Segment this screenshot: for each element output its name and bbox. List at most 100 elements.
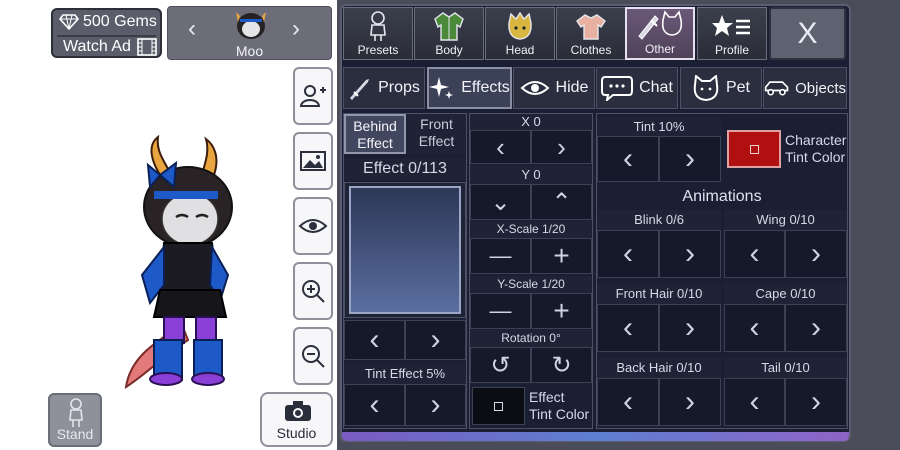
plus-icon: + [553,240,570,271]
chevron-right-icon: › [685,237,695,270]
sparkles-icon [429,77,454,99]
studio-button[interactable]: Studio [260,392,333,447]
y-position-increase[interactable]: ⌃ [531,184,592,220]
x-position-increase[interactable]: › [531,130,592,164]
tab-body[interactable]: Body [414,7,484,60]
next-effect-button[interactable]: › [405,320,466,360]
eye-icon [298,219,328,233]
rotate-right-icon: ↻ [551,351,572,379]
visibility-button[interactable] [293,197,333,255]
prev-character-button[interactable]: ‹ [188,17,196,41]
chevron-right-icon: › [811,311,821,344]
chevron-right-icon: › [685,385,695,418]
next-character-button[interactable]: › [292,17,300,41]
watch-ad-button[interactable]: Watch Ad [63,38,157,56]
tint-effect-increase[interactable]: › [405,384,466,426]
subtab-effects[interactable]: Effects [427,67,512,109]
chevron-left-icon: ‹ [749,311,760,344]
tail-increase[interactable]: › [785,378,847,426]
background-button[interactable] [293,132,333,190]
tab-clothes-label: Clothes [570,43,612,57]
wing-increase[interactable]: › [785,230,847,278]
behind-effect-label-1: Behind [353,118,397,134]
gems-display: 500 Gems [59,13,157,31]
preset-person-icon [370,11,386,41]
back-hair-increase[interactable]: › [659,378,721,426]
x-position-decrease[interactable]: ‹ [470,130,531,164]
tint-effect-label: Tint Effect 5% [344,364,466,384]
swatch-square-icon [749,144,759,154]
chevron-left-icon: ‹ [496,131,505,162]
front-hair-decrease[interactable]: ‹ [597,304,659,352]
zoom-in-button[interactable] [293,262,333,320]
blink-decrease[interactable]: ‹ [597,230,659,278]
chevron-left-icon: ‹ [369,388,380,421]
tab-presets[interactable]: Presets [343,7,413,60]
chevron-right-icon: › [430,388,441,421]
cape-increase[interactable]: › [785,304,847,352]
front-hair-increase[interactable]: › [659,304,721,352]
tail-decrease[interactable]: ‹ [724,378,785,426]
tint-increase[interactable]: › [659,136,721,182]
tab-clothes[interactable]: Clothes [556,7,626,60]
studio-label: Studio [276,425,317,441]
subtab-objects-label: Objects [795,79,846,97]
y-position-decrease[interactable]: ⌄ [470,184,531,220]
image-icon [300,151,326,171]
add-character-button[interactable] [293,67,333,125]
head-face-icon [508,11,532,40]
chevron-right-icon: › [557,131,566,162]
tail-label: Tail 0/10 [724,358,847,378]
x-scale-decrease[interactable]: — [470,238,531,274]
wing-decrease[interactable]: ‹ [724,230,785,278]
behind-effect-label-2: Effect [357,135,393,151]
eye-icon [520,81,550,95]
behind-effect-toggle[interactable]: Behind Effect [344,114,406,154]
subtab-pet[interactable]: Pet [680,67,762,109]
close-icon: X [797,16,818,50]
subtab-hide-label: Hide [555,79,589,96]
chevron-left-icon: ‹ [749,385,760,418]
game-screen: 500 Gems Watch Ad ‹ › Moo Stand Studio P… [0,0,900,450]
chevron-left-icon: ‹ [623,311,633,344]
character-avatar-icon [236,12,266,39]
tab-head[interactable]: Head [485,7,555,60]
front-effect-label-1: Front [420,116,453,132]
chevron-right-icon: › [685,142,695,175]
gems-divider [57,35,156,37]
back-hair-decrease[interactable]: ‹ [597,378,659,426]
x-scale-label: X-Scale 1/20 [470,221,592,238]
rotate-right-button[interactable]: ↻ [531,347,592,383]
prev-effect-button[interactable]: ‹ [344,320,405,360]
x-scale-increase[interactable]: + [531,238,592,274]
y-scale-increase[interactable]: + [531,293,592,329]
front-effect-toggle[interactable]: Front Effect [407,114,466,154]
chevron-left-icon: ‹ [623,385,633,418]
tab-other[interactable]: Other [625,7,695,60]
subtab-objects[interactable]: Objects [763,67,847,109]
subtab-hide[interactable]: Hide [513,67,595,109]
watch-ad-label: Watch Ad [63,38,131,55]
blink-label: Blink 0/6 [597,210,721,230]
car-icon [764,81,789,96]
subtab-props[interactable]: Props [343,67,425,109]
stand-button[interactable]: Stand [48,393,102,447]
zoom-out-button[interactable] [293,327,333,385]
blink-increase[interactable]: › [659,230,721,278]
character-tint-color-swatch[interactable] [727,130,781,168]
tab-other-label: Other [644,42,675,56]
tint-effect-decrease[interactable]: ‹ [344,384,405,426]
y-scale-decrease[interactable]: — [470,293,531,329]
tint-decrease[interactable]: ‹ [597,136,659,182]
tab-profile[interactable]: Profile [697,7,767,60]
character-name: Moo [235,43,264,59]
profile-star-icon [712,15,750,36]
effect-tint-color-swatch[interactable] [472,387,525,425]
subtab-chat[interactable]: Chat [596,67,678,109]
close-button[interactable]: X [769,7,846,60]
front-hair-label: Front Hair 0/10 [597,284,721,304]
cape-decrease[interactable]: ‹ [724,304,785,352]
tint-label: Tint 10% [597,117,721,136]
rotate-left-button[interactable]: ↺ [470,347,531,383]
swatch-square-icon [494,401,503,411]
